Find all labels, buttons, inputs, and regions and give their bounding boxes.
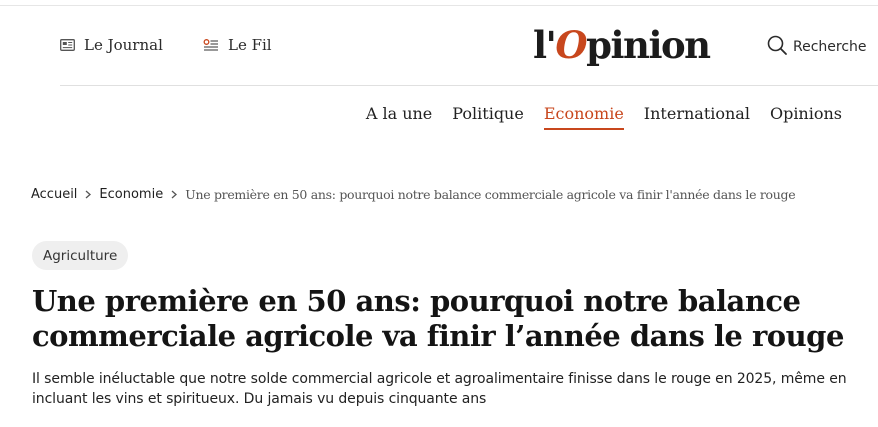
article-lede: Il semble inéluctable que notre solde co… xyxy=(32,371,847,407)
nav-item-politique[interactable]: Politique xyxy=(452,104,524,130)
header-divider xyxy=(60,85,878,86)
live-feed-icon xyxy=(203,39,219,51)
journal-label: Le Journal xyxy=(84,36,163,54)
nav-item-international[interactable]: International xyxy=(644,104,750,130)
chevron-right-icon xyxy=(85,188,92,202)
site-logo[interactable]: l'Opinion xyxy=(533,22,711,68)
search-button[interactable]: Recherche xyxy=(766,34,867,60)
search-icon xyxy=(766,34,788,60)
newspaper-icon xyxy=(60,39,75,51)
nav-item-a-la-une[interactable]: A la une xyxy=(366,104,432,130)
breadcrumb-section[interactable]: Economie xyxy=(99,187,163,202)
nav-item-opinions[interactable]: Opinions xyxy=(770,104,842,130)
category-tag[interactable]: Agriculture xyxy=(32,241,129,270)
site-header: Le Journal Le Fil l'Opinion Recherche xyxy=(0,6,878,86)
breadcrumb-home[interactable]: Accueil xyxy=(31,187,77,202)
chevron-right-icon xyxy=(171,188,178,202)
article-title: Une première en 50 ans: pourquoi notre b… xyxy=(32,284,844,353)
breadcrumb: Accueil Economie Une première en 50 ans:… xyxy=(31,187,796,202)
fil-label: Le Fil xyxy=(228,36,272,54)
breadcrumb-current: Une première en 50 ans: pourquoi notre b… xyxy=(185,187,796,202)
search-label: Recherche xyxy=(793,39,867,55)
nav-item-economie[interactable]: Economie xyxy=(543,104,624,130)
journal-link[interactable]: Le Journal xyxy=(60,36,163,54)
fil-link[interactable]: Le Fil xyxy=(203,36,272,54)
main-nav: A la une Politique Economie Internationa… xyxy=(366,104,842,130)
